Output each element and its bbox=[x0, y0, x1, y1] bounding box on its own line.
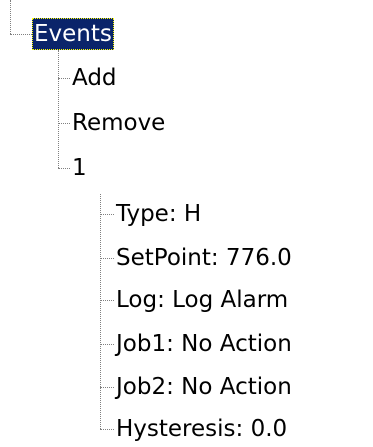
tree-node-label: Events bbox=[32, 18, 114, 50]
tree-connector bbox=[58, 168, 70, 169]
tree-node-label: 1 bbox=[72, 155, 87, 181]
tree-node-label: Add bbox=[72, 65, 117, 91]
tree-node-label: Hysteresis: 0.0 bbox=[116, 416, 288, 442]
tree-node-events[interactable]: Events bbox=[32, 18, 114, 50]
tree-connector bbox=[10, 34, 32, 35]
tree-connector bbox=[58, 78, 70, 79]
tree-node-remove[interactable]: Remove bbox=[72, 107, 165, 139]
tree-node-log[interactable]: Log: Log Alarm bbox=[116, 284, 288, 316]
tree-node-job2[interactable]: Job2: No Action bbox=[116, 371, 292, 403]
tree-node-label: Type: H bbox=[116, 201, 202, 227]
tree-node-label: Job1: No Action bbox=[116, 331, 292, 357]
tree-connector bbox=[100, 300, 114, 301]
tree-node-label: Job2: No Action bbox=[116, 374, 292, 400]
tree-node-event-1[interactable]: 1 bbox=[72, 152, 87, 184]
tree-node-hysteresis[interactable]: Hysteresis: 0.0 bbox=[116, 413, 287, 445]
tree-node-add[interactable]: Add bbox=[72, 62, 117, 94]
tree-connector bbox=[100, 194, 101, 429]
tree-node-setpoint[interactable]: SetPoint: 776.0 bbox=[116, 242, 292, 274]
tree-connector bbox=[58, 50, 59, 168]
tree-connector bbox=[100, 258, 114, 259]
tree-node-type[interactable]: Type: H bbox=[116, 198, 201, 230]
tree-node-label: SetPoint: 776.0 bbox=[116, 245, 292, 271]
tree-connector bbox=[58, 123, 70, 124]
tree-node-job1[interactable]: Job1: No Action bbox=[116, 328, 292, 360]
tree-connector bbox=[10, 0, 11, 34]
tree-connector bbox=[100, 344, 114, 345]
tree-connector bbox=[100, 429, 114, 430]
tree-node-label: Log: Log Alarm bbox=[116, 287, 289, 313]
events-tree-view: Events Add Remove 1 Type: H SetPoint: 77… bbox=[0, 0, 373, 447]
tree-connector bbox=[100, 214, 114, 215]
tree-node-label: Remove bbox=[72, 110, 166, 136]
tree-connector bbox=[100, 387, 114, 388]
